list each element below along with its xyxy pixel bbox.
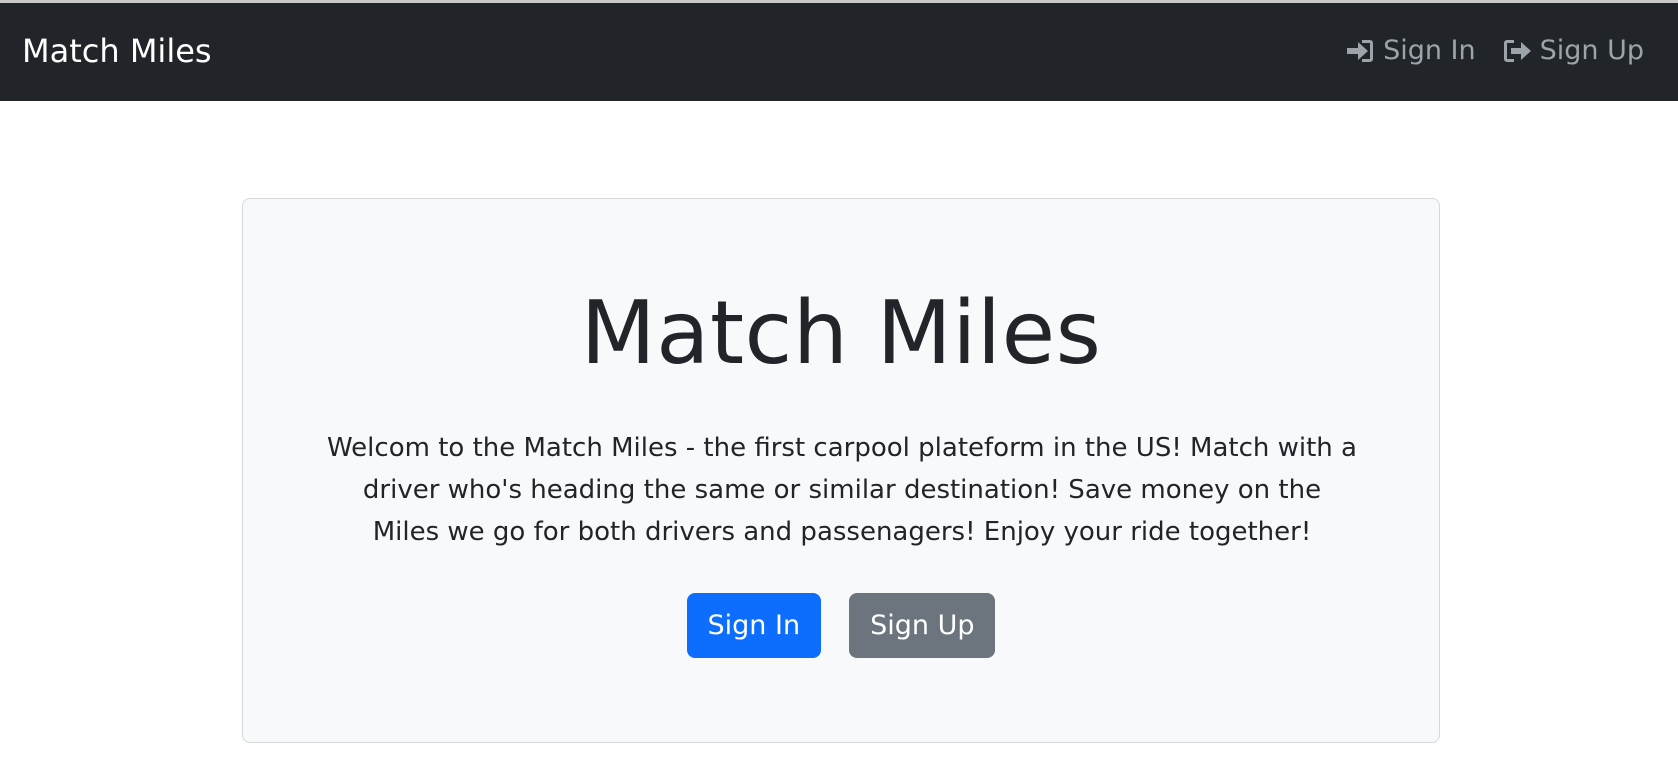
navbar-links: Sign In Sign Up	[1345, 34, 1644, 68]
navbar-brand[interactable]: Match Miles	[22, 31, 212, 71]
sign-up-button[interactable]: Sign Up	[849, 593, 996, 658]
sign-in-button[interactable]: Sign In	[686, 593, 822, 658]
sign-up-icon	[1502, 38, 1532, 64]
nav-link-sign-up-label: Sign Up	[1539, 35, 1644, 66]
top-navbar: Match Miles Sign In Sign Up	[0, 3, 1678, 101]
nav-link-sign-up[interactable]: Sign Up	[1502, 34, 1644, 68]
sign-in-icon	[1345, 38, 1375, 64]
hero-lead-text: Welcom to the Match Miles - the first ca…	[327, 433, 1357, 547]
hero-title: Match Miles	[580, 282, 1102, 384]
nav-link-sign-in[interactable]: Sign In	[1345, 34, 1476, 68]
nav-link-sign-in-label: Sign In	[1383, 35, 1476, 66]
hero-jumbotron: Match Miles Welcom to the Match Miles - …	[242, 198, 1440, 743]
hero-button-row: Sign In Sign Up	[243, 593, 1439, 658]
